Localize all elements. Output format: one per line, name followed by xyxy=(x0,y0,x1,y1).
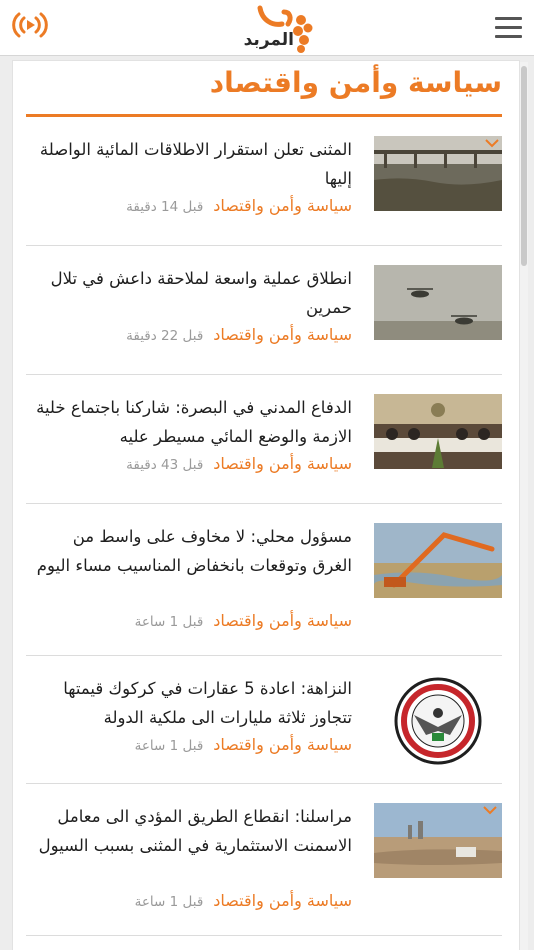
article-item[interactable]: المثنى تعلن استقرار الاطلاقات المائية ال… xyxy=(26,136,502,226)
article-meta: سياسة وأمن واقتصاد قبل 14 دقيقة xyxy=(126,196,352,215)
article-item[interactable]: انطلاق عملية واسعة لملاحقة داعش في تلال … xyxy=(26,265,502,355)
article-category-link[interactable]: سياسة وأمن واقتصاد xyxy=(213,196,352,215)
article-time: قبل 43 دقيقة xyxy=(126,457,204,473)
article-category-link[interactable]: سياسة وأمن واقتصاد xyxy=(213,325,352,344)
article-headline[interactable]: النزاهة: اعادة 5 عقارات في كركوك قيمتها … xyxy=(32,675,352,732)
article-thumbnail[interactable] xyxy=(374,675,502,767)
article-category-link[interactable]: سياسة وأمن واقتصاد xyxy=(213,891,352,910)
divider xyxy=(26,783,502,784)
article-time: قبل 1 ساعة xyxy=(134,894,204,910)
section-title-underline xyxy=(26,114,502,117)
article-item[interactable]: مسؤول محلي: لا مخاوف على واسط من الغرق و… xyxy=(26,523,502,638)
article-meta: سياسة وأمن واقتصاد قبل 1 ساعة xyxy=(135,891,352,910)
article-headline[interactable]: انطلاق عملية واسعة لملاحقة داعش في تلال … xyxy=(32,265,352,322)
article-headline[interactable]: مسؤول محلي: لا مخاوف على واسط من الغرق و… xyxy=(32,523,352,580)
divider xyxy=(26,245,502,246)
article-time: قبل 1 ساعة xyxy=(134,738,204,754)
article-headline[interactable]: مراسلنا: انقطاع الطريق المؤدي الى معامل … xyxy=(32,803,352,860)
divider xyxy=(26,503,502,504)
article-meta: سياسة وأمن واقتصاد قبل 1 ساعة xyxy=(135,611,352,630)
article-thumbnail[interactable] xyxy=(374,803,502,878)
hamburger-menu-icon[interactable] xyxy=(495,17,522,39)
article-headline[interactable]: الدفاع المدني في البصرة: شاركنا باجتماع … xyxy=(32,394,352,451)
article-meta: سياسة وأمن واقتصاد قبل 43 دقيقة xyxy=(126,454,352,473)
article-meta: سياسة وأمن واقتصاد قبل 22 دقيقة xyxy=(126,325,352,344)
article-meta: سياسة وأمن واقتصاد قبل 1 ساعة xyxy=(135,735,352,754)
article-category-link[interactable]: سياسة وأمن واقتصاد xyxy=(213,611,352,630)
article-time: قبل 1 ساعة xyxy=(134,614,204,630)
article-headline[interactable]: المثنى تعلن استقرار الاطلاقات المائية ال… xyxy=(32,136,352,193)
article-thumbnail[interactable] xyxy=(374,265,502,340)
article-item[interactable]: مراسلنا: انقطاع الطريق المؤدي الى معامل … xyxy=(26,803,502,918)
article-item[interactable]: النزاهة: اعادة 5 عقارات في كركوك قيمتها … xyxy=(26,675,502,767)
article-thumbnail[interactable] xyxy=(374,394,502,469)
article-time: قبل 14 دقيقة xyxy=(126,199,204,215)
article-category-link[interactable]: سياسة وأمن واقتصاد xyxy=(213,454,352,473)
article-thumbnail[interactable] xyxy=(374,136,502,211)
site-logo[interactable]: المربد xyxy=(243,4,318,54)
logo-text: المربد xyxy=(243,30,294,50)
article-time: قبل 22 دقيقة xyxy=(126,328,204,344)
section-title[interactable]: سياسة وأمن واقتصاد xyxy=(210,66,502,99)
divider xyxy=(26,655,502,656)
radio-broadcast-icon[interactable] xyxy=(10,10,50,40)
article-item[interactable]: الدفاع المدني في البصرة: شاركنا باجتماع … xyxy=(26,394,502,484)
article-thumbnail[interactable] xyxy=(374,523,502,598)
scrollbar-thumb[interactable] xyxy=(521,66,527,266)
divider xyxy=(26,374,502,375)
top-bar: المربد xyxy=(0,0,534,56)
article-category-link[interactable]: سياسة وأمن واقتصاد xyxy=(213,735,352,754)
divider xyxy=(26,935,502,936)
